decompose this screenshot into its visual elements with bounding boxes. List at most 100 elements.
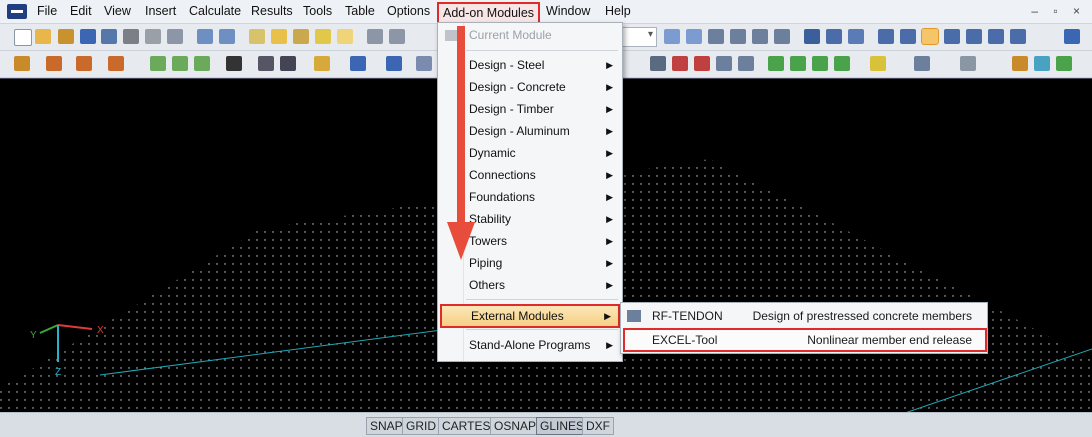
menu-table[interactable]: Table	[345, 4, 375, 18]
table-icon[interactable]	[367, 29, 383, 44]
snap-toggle[interactable]: SNAP	[366, 417, 407, 435]
rotate-icon[interactable]	[834, 56, 850, 71]
target-icon[interactable]	[293, 29, 309, 44]
grid-toggle[interactable]: GRID	[402, 417, 440, 435]
menu-window[interactable]: Window	[546, 4, 590, 18]
menu-results[interactable]: Results	[251, 4, 293, 18]
edit-icon[interactable]	[249, 29, 265, 44]
cartes-toggle[interactable]: CARTES	[438, 417, 495, 435]
render-box-icon[interactable]	[738, 56, 754, 71]
submenu-arrow-icon: ▶	[606, 126, 613, 136]
rx-icon[interactable]	[768, 56, 784, 71]
menu-item-external-modules[interactable]: External Modules ▶	[440, 304, 620, 328]
dxf-toggle[interactable]: DXF	[582, 417, 614, 435]
menu-tools[interactable]: Tools	[303, 4, 332, 18]
member-icon[interactable]	[76, 56, 92, 71]
surface-icon[interactable]	[194, 56, 210, 71]
next-icon[interactable]	[686, 29, 702, 44]
loadcase-select[interactable]	[620, 27, 657, 47]
window-controls[interactable]: – ▫ ×	[1031, 4, 1086, 18]
delete-icon[interactable]	[672, 56, 688, 71]
view-mesh-icon[interactable]	[900, 29, 916, 44]
submenu-item-rf-tendon[interactable]: RF-TENDON Design of prestressed concrete…	[621, 305, 985, 327]
zoom-icon[interactable]	[1010, 29, 1026, 44]
menu-calculate[interactable]: Calculate	[189, 4, 241, 18]
window-select-icon[interactable]	[337, 29, 353, 44]
measure-icon[interactable]	[870, 56, 886, 71]
print-preview-icon[interactable]	[167, 29, 183, 44]
menu-item-label: Foundations	[469, 190, 536, 204]
new-file-icon[interactable]	[14, 29, 32, 46]
menu-item-label: Design - Timber	[469, 102, 554, 116]
node-icon[interactable]	[14, 56, 30, 71]
cut-icon[interactable]	[650, 56, 666, 71]
module-name: EXCEL-Tool	[652, 333, 718, 347]
remove-icon[interactable]	[694, 56, 710, 71]
menu-view[interactable]: View	[104, 4, 131, 18]
grid-table-icon[interactable]	[389, 29, 405, 44]
section-icon[interactable]	[826, 29, 842, 44]
menu-options[interactable]: Options	[387, 4, 430, 18]
submenu-arrow-icon: ▶	[606, 236, 613, 246]
redo-icon[interactable]	[219, 29, 235, 44]
menu-addon-modules[interactable]: Add-on Modules	[437, 2, 541, 24]
app-logo-icon[interactable]	[7, 4, 27, 19]
section-select-icon[interactable]	[314, 56, 330, 71]
guide-icon[interactable]	[1012, 56, 1028, 71]
copy-icon[interactable]	[416, 56, 432, 71]
menu-item-stand-alone-programs[interactable]: Stand-Alone Programs ▶	[438, 334, 620, 356]
menu-item-label: Design - Aluminum	[469, 124, 570, 138]
glines-toggle[interactable]: GLINES	[536, 417, 589, 435]
line-icon[interactable]	[46, 56, 62, 71]
menu-insert[interactable]: Insert	[145, 4, 176, 18]
save-icon[interactable]	[101, 29, 117, 44]
submenu-arrow-icon: ▶	[606, 60, 613, 70]
menu-item-label: External Modules	[471, 309, 564, 323]
load-icon[interactable]	[226, 56, 242, 71]
view-grid-icon[interactable]	[878, 29, 894, 44]
move-icon[interactable]	[386, 56, 402, 71]
show-values-icon[interactable]	[708, 29, 724, 44]
xxx-values-icon[interactable]	[730, 29, 746, 44]
undo-icon[interactable]	[197, 29, 213, 44]
menu-item-others[interactable]: Others ▶	[438, 274, 620, 296]
clipboard-icon[interactable]	[123, 29, 139, 44]
previous-icon[interactable]	[664, 29, 680, 44]
view-iso-icon[interactable]	[921, 28, 939, 45]
menu-file[interactable]: File	[37, 4, 57, 18]
open-project-icon[interactable]	[58, 29, 74, 44]
print-icon[interactable]	[145, 29, 161, 44]
polyline-icon[interactable]	[108, 56, 124, 71]
block-icon[interactable]	[350, 56, 366, 71]
ry-icon[interactable]	[790, 56, 806, 71]
hinge-icon[interactable]	[172, 56, 188, 71]
render-icon[interactable]	[716, 56, 732, 71]
user-view-icon[interactable]	[1064, 29, 1080, 44]
select-icon[interactable]	[315, 29, 331, 44]
fill-icon[interactable]	[1056, 56, 1072, 71]
view-x-icon[interactable]	[944, 29, 960, 44]
menu-bar: File Edit View Insert Calculate Results …	[0, 0, 1092, 24]
dimension-icon[interactable]	[960, 56, 976, 71]
submenu-item-excel-tool[interactable]: EXCEL-Tool Nonlinear member end release	[623, 328, 987, 352]
display-icon[interactable]	[914, 56, 930, 71]
color-icon[interactable]	[1034, 56, 1050, 71]
results-table-icon[interactable]	[848, 29, 864, 44]
xxx-labels-icon[interactable]	[774, 29, 790, 44]
lasso-icon[interactable]	[271, 29, 287, 44]
axis-y-label: Y	[30, 330, 37, 341]
osnap-toggle[interactable]: OSNAP	[490, 417, 541, 435]
rz-icon[interactable]	[812, 56, 828, 71]
open-folder-icon[interactable]	[35, 29, 51, 44]
load-xx-icon[interactable]	[258, 56, 274, 71]
view-z-icon[interactable]	[988, 29, 1004, 44]
visibility-icon[interactable]	[752, 29, 768, 44]
view-y-icon[interactable]	[966, 29, 982, 44]
save-all-icon[interactable]	[80, 29, 96, 44]
menu-edit[interactable]: Edit	[70, 4, 92, 18]
deformation-icon[interactable]	[804, 29, 820, 44]
support-icon[interactable]	[150, 56, 166, 71]
menu-help[interactable]: Help	[605, 4, 631, 18]
submenu-arrow-icon: ▶	[606, 258, 613, 268]
load-frame-icon[interactable]	[280, 56, 296, 71]
